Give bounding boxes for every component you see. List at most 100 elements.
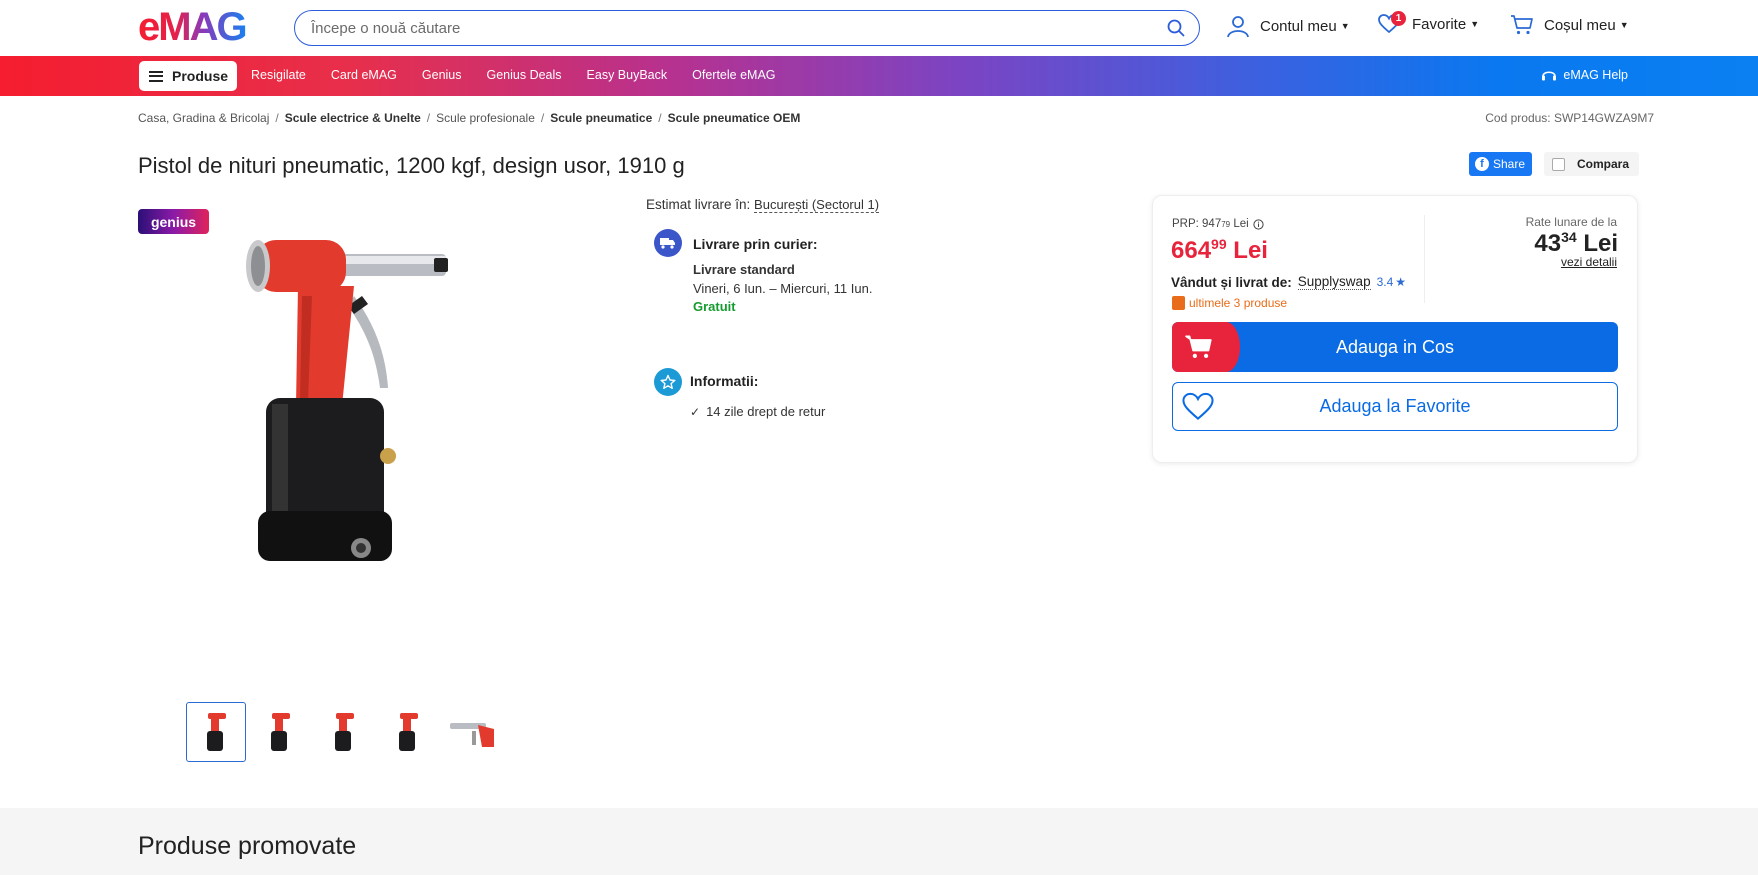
stock-warning: ultimele 3 produse (1172, 296, 1287, 310)
add-to-cart-label: Adauga in Cos (1335, 336, 1455, 357)
stock-label: ultimele 3 produse (1189, 296, 1288, 310)
chevron-down-icon: ▼ (1470, 19, 1480, 29)
installments-details-link[interactable]: vezi detalii (1561, 255, 1617, 269)
promoted-products-section: Produse promovate (0, 808, 1758, 875)
chevron-down-icon: ▼ (1340, 21, 1350, 31)
breadcrumb-item[interactable]: Scule profesionale (436, 111, 535, 125)
thumbnail-image (450, 723, 494, 747)
thumbnail-image (271, 713, 290, 751)
favorites-label: Favorite (1412, 15, 1467, 33)
thumbnail[interactable] (442, 702, 502, 762)
produse-label: Produse (172, 68, 229, 84)
info-icon[interactable] (1253, 218, 1264, 230)
thumbnail-image (335, 713, 354, 751)
check-icon: ✓ (690, 404, 701, 419)
compare-label: Compara (1577, 157, 1630, 171)
main-nav: Produse Resigilate Card eMAG Genius Geni… (0, 56, 1758, 96)
estimat-label: Estimat livrare în: (646, 197, 751, 212)
chevron-down-icon: ▼ (1619, 20, 1629, 30)
prp-decimals: 79 (1221, 219, 1231, 229)
emag-logo[interactable]: eMAG (138, 9, 276, 45)
prp-label: PRP: 947 (1172, 218, 1222, 230)
return-policy: ✓ 14 zile drept de retur (690, 404, 825, 419)
nav-link-card-emag[interactable]: Card eMAG (331, 68, 397, 82)
info-title: Informatii: (690, 373, 759, 389)
rate-decimals: 34 (1561, 229, 1577, 245)
breadcrumb-item[interactable]: Scule pneumatice OEM (668, 111, 801, 125)
thumbnail-image (399, 713, 418, 751)
product-price: 66499 Lei (1171, 236, 1268, 265)
user-icon (1227, 16, 1249, 38)
search-bar[interactable] (294, 10, 1200, 46)
delivery-estimate: Estimat livrare în: București (Sectorul … (646, 197, 880, 213)
site-header: eMAG Contul meu ▼ 1 Favorite ▼ (0, 0, 1758, 56)
courier-title: Livrare prin curier: (693, 236, 818, 252)
price-currency: Lei (1233, 237, 1268, 264)
account-menu[interactable]: Contul meu ▼ (1226, 14, 1350, 38)
price-decimals: 99 (1211, 236, 1227, 252)
delivery-dates: Vineri, 6 Iun. – Miercuri, 11 Iun. (693, 281, 873, 296)
prp-price: PRP: 947 79 Lei (1172, 218, 1264, 230)
account-label: Contul meu (1260, 17, 1337, 35)
sold-by-label: Vândut și livrat de: (1171, 274, 1292, 290)
produse-menu-button[interactable]: Produse (139, 61, 237, 91)
cart-label: Coșul meu (1544, 16, 1616, 34)
breadcrumb-item[interactable]: Casa, Gradina & Bricolaj (138, 111, 269, 125)
thumbnail[interactable] (314, 702, 374, 762)
star-icon (654, 368, 682, 396)
truck-icon (654, 229, 682, 257)
installments-value: 4334 Lei (1534, 229, 1618, 258)
breadcrumb-item[interactable]: Scule electrice & Unelte (285, 111, 421, 125)
headset-icon (1542, 71, 1557, 81)
rate-currency: Lei (1583, 230, 1618, 257)
emag-help-link[interactable]: eMAG Help (1541, 67, 1628, 83)
nav-link-ofertele-emag[interactable]: Ofertele eMAG (692, 68, 775, 82)
standard-delivery: Livrare standard (693, 262, 795, 277)
return-label: 14 zile drept de retur (706, 404, 826, 419)
search-icon[interactable] (1167, 19, 1185, 37)
add-to-cart-button[interactable]: Adauga in Cos (1172, 322, 1618, 372)
svg-text:eMAG: eMAG (138, 9, 246, 45)
nav-link-easy-buyback[interactable]: Easy BuyBack (587, 68, 668, 82)
buy-box: PRP: 947 79 Lei 66499 Lei Vândut și livra… (1152, 195, 1638, 463)
add-to-favorites-label: Adauga la Favorite (1319, 396, 1471, 416)
product-image[interactable] (236, 236, 500, 648)
product-code: Cod produs: SWP14GWZA9M7 (1485, 111, 1654, 125)
cart-menu[interactable]: Coșul meu ▼ (1510, 14, 1629, 36)
rate-int: 43 (1534, 230, 1562, 257)
promoted-title: Produse promovate (138, 832, 357, 860)
delivery-city-link[interactable]: București (Sectorul 1) (754, 197, 880, 213)
cart-icon (1511, 15, 1533, 35)
nav-link-resigilate[interactable]: Resigilate (251, 68, 306, 82)
facebook-icon: f (1475, 157, 1489, 171)
search-input[interactable] (311, 19, 1167, 37)
nav-link-genius[interactable]: Genius (422, 68, 462, 82)
favorites-menu[interactable]: 1 Favorite ▼ (1378, 11, 1480, 34)
rating-star-icon: ★ (1395, 275, 1407, 289)
thumbnail[interactable] (378, 702, 438, 762)
nav-link-genius-deals[interactable]: Genius Deals (487, 68, 562, 82)
thumbnail[interactable] (186, 702, 246, 762)
breadcrumb-item[interactable]: Scule pneumatice (550, 111, 652, 125)
price-int: 664 (1171, 237, 1212, 264)
compare-checkbox[interactable] (1552, 157, 1565, 171)
installments-label: Rate lunare de la (1525, 215, 1617, 229)
seller-info: Vândut și livrat de: Supplyswap 3.4 ★ (1171, 274, 1406, 290)
compare-toggle[interactable]: Compara (1544, 152, 1639, 176)
thumbnail-image (207, 713, 226, 751)
cart-icon-zone (1172, 322, 1240, 372)
facebook-share-button[interactable]: f Share (1469, 152, 1532, 176)
share-label: Share (1493, 157, 1526, 171)
page-title: Pistol de nituri pneumatic, 1200 kgf, de… (138, 153, 685, 178)
nav-links: Resigilate Card eMAG Genius Genius Deals… (251, 68, 801, 82)
seller-name-link[interactable]: Supplyswap (1297, 274, 1371, 290)
favorites-count-badge: 1 (1391, 11, 1406, 26)
add-to-favorites-button[interactable]: Adauga la Favorite (1172, 382, 1618, 431)
cart-icon (1185, 335, 1212, 358)
thumbnail[interactable] (250, 702, 310, 762)
breadcrumb: Casa, Gradina & Bricolaj / Scule electri… (138, 111, 801, 125)
help-label: eMAG Help (1563, 68, 1628, 82)
thumbnail-strip (186, 702, 502, 762)
delivery-free: Gratuit (693, 299, 736, 314)
seller-rating: 3.4 (1376, 275, 1394, 289)
